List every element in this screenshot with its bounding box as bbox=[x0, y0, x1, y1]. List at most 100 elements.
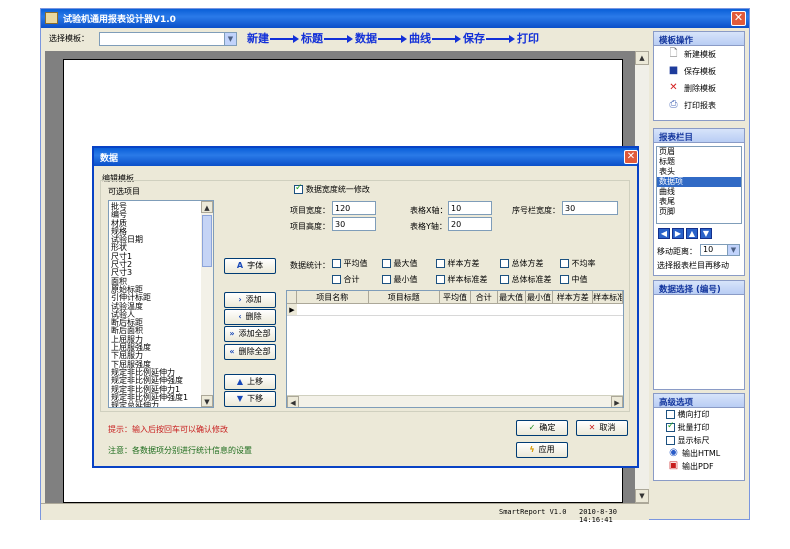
scroll-down-icon[interactable]: ▼ bbox=[635, 489, 649, 503]
stat-max-option[interactable]: 最大值 bbox=[382, 258, 418, 269]
section-item[interactable]: 页眉 bbox=[657, 147, 741, 157]
remove-button[interactable]: ‹ 删除 bbox=[224, 309, 276, 325]
section-item[interactable]: 表头 bbox=[657, 167, 741, 177]
chevron-down-icon[interactable]: ▼ bbox=[727, 245, 739, 255]
move-up-button-label: 上移 bbox=[247, 377, 264, 386]
grid-row[interactable]: ▶ bbox=[287, 304, 623, 316]
section-item[interactable]: 表尾 bbox=[657, 197, 741, 207]
flow-new-link[interactable]: 新建 bbox=[247, 30, 269, 46]
show-ruler-checkbox[interactable] bbox=[666, 436, 675, 445]
add-button[interactable]: › 添加 bbox=[224, 292, 276, 308]
scroll-left-icon[interactable]: ◀ bbox=[287, 396, 299, 407]
item-width-input[interactable]: 120 bbox=[332, 201, 376, 215]
flow-save-link[interactable]: 保存 bbox=[463, 30, 485, 46]
close-button[interactable]: ✕ bbox=[731, 11, 746, 26]
move-distance-select[interactable]: 10 ▼ bbox=[700, 244, 740, 256]
section-item-selected[interactable]: 数据项 bbox=[657, 177, 741, 187]
show-ruler-option[interactable]: 显示标尺 bbox=[654, 434, 744, 447]
scroll-up-icon[interactable]: ▲ bbox=[201, 201, 213, 213]
flow-curve-link[interactable]: 曲线 bbox=[409, 30, 431, 46]
scroll-right-icon[interactable]: ▶ bbox=[611, 396, 623, 407]
arrow-left-icon[interactable]: ◀ bbox=[658, 228, 670, 239]
table-y-input[interactable]: 20 bbox=[448, 217, 492, 231]
batch-print-option[interactable]: 批量打印 bbox=[654, 421, 744, 434]
font-button[interactable]: A 字体 bbox=[224, 258, 276, 274]
stat-min-option[interactable]: 最小值 bbox=[382, 274, 418, 285]
stat-median-option[interactable]: 中值 bbox=[560, 274, 588, 285]
print-report-button[interactable]: ⎙ 打印报表 bbox=[654, 97, 744, 114]
add-all-button[interactable]: » 添加全部 bbox=[224, 326, 276, 342]
sections-list[interactable]: 页眉 标题 表头 数据项 曲线 表尾 页脚 bbox=[656, 146, 742, 224]
landscape-print-option[interactable]: 横向打印 bbox=[654, 408, 744, 421]
stat-sum-checkbox[interactable] bbox=[332, 275, 341, 284]
data-select-list[interactable] bbox=[654, 297, 744, 389]
item-height-input[interactable]: 30 bbox=[332, 217, 376, 231]
serial-width-input[interactable]: 30 bbox=[562, 201, 618, 215]
scroll-thumb[interactable] bbox=[202, 215, 212, 267]
available-items-list[interactable]: 批号 编号 材质 规格 试验日期 形状 尺寸1 尺寸2 尺寸3 面积 原始标距 引伸计标距 试验温度 试验… bbox=[108, 200, 214, 408]
apply-button[interactable]: ϟ 应用 bbox=[516, 442, 568, 458]
uniform-width-option[interactable]: 数据宽度统一修改 bbox=[294, 183, 370, 195]
grid-column-header[interactable]: 最小值 bbox=[525, 291, 554, 304]
section-item[interactable]: 页脚 bbox=[657, 207, 741, 217]
grid-column-header[interactable]: 项目名称 bbox=[296, 291, 369, 304]
stat-population-stddev-option[interactable]: 总体标准差 bbox=[500, 274, 552, 285]
section-item[interactable]: 标题 bbox=[657, 157, 741, 167]
arrow-right-icon[interactable]: ▶ bbox=[672, 228, 684, 239]
grid-column-header[interactable]: 平均值 bbox=[440, 291, 471, 304]
export-pdf-button[interactable]: ▣ 输出PDF bbox=[654, 460, 744, 473]
remove-all-button[interactable]: «删除全部 bbox=[224, 344, 276, 360]
template-select[interactable]: ▼ bbox=[99, 32, 237, 46]
stat-max-checkbox[interactable] bbox=[382, 259, 391, 268]
stat-median-checkbox[interactable] bbox=[560, 275, 569, 284]
grid-column-header[interactable]: 项目标题 bbox=[368, 291, 441, 304]
available-item[interactable]: 规定总延伸力 bbox=[109, 401, 213, 407]
flow-print-link[interactable]: 打印 bbox=[517, 30, 539, 46]
flow-title-link[interactable]: 标题 bbox=[301, 30, 323, 46]
export-pdf-label: 输出PDF bbox=[682, 462, 714, 471]
landscape-print-checkbox[interactable] bbox=[666, 410, 675, 419]
data-items-grid[interactable]: 项目名称 项目标题 平均值 合计 最大值 最小值 样本方差 样本标准差 ▶ ◀ … bbox=[286, 290, 624, 408]
stat-mean-checkbox[interactable] bbox=[332, 259, 341, 268]
stat-min-checkbox[interactable] bbox=[382, 275, 391, 284]
batch-print-checkbox[interactable] bbox=[666, 421, 675, 432]
move-down-button[interactable]: ▼ 下移 bbox=[224, 391, 276, 407]
stat-sample-variance-option[interactable]: 样本方差 bbox=[436, 258, 480, 269]
arrow-up-icon[interactable]: ▲ bbox=[686, 228, 698, 239]
grid-column-header[interactable]: 样本标准差 bbox=[593, 291, 623, 304]
stat-sample-variance-checkbox[interactable] bbox=[436, 259, 445, 268]
scroll-down-icon[interactable]: ▼ bbox=[201, 395, 213, 407]
grid-column-header[interactable]: 样本方差 bbox=[553, 291, 594, 304]
grid-hscrollbar[interactable]: ◀ ▶ bbox=[287, 395, 623, 407]
stat-sample-stddev-option[interactable]: 样本标准差 bbox=[436, 274, 488, 285]
ok-button[interactable]: ✓ 确定 bbox=[516, 420, 568, 436]
stat-unevenness-option[interactable]: 不均率 bbox=[560, 258, 596, 269]
flow-data-link[interactable]: 数据 bbox=[355, 30, 377, 46]
stat-mean-option[interactable]: 平均值 bbox=[332, 258, 368, 269]
stat-unevenness-checkbox[interactable] bbox=[560, 259, 569, 268]
export-html-button[interactable]: ◉ 输出HTML bbox=[654, 447, 744, 460]
move-up-button[interactable]: ▲ 上移 bbox=[224, 374, 276, 390]
section-item[interactable]: 曲线 bbox=[657, 187, 741, 197]
dialog-close-button[interactable]: ✕ bbox=[624, 150, 638, 164]
uniform-width-checkbox[interactable] bbox=[294, 183, 303, 194]
save-template-button[interactable]: ■ 保存模板 bbox=[654, 63, 744, 80]
apply-button-label: 应用 bbox=[538, 445, 555, 454]
list-scrollbar[interactable]: ▲ ▼ bbox=[201, 201, 213, 407]
grid-column-header[interactable]: 合计 bbox=[470, 291, 498, 304]
chevron-down-icon[interactable]: ▼ bbox=[224, 33, 236, 45]
move-distance-value: 10 bbox=[703, 245, 714, 254]
stat-sample-stddev-checkbox[interactable] bbox=[436, 275, 445, 284]
arrow-down-icon[interactable]: ▼ bbox=[700, 228, 712, 239]
stat-population-variance-option[interactable]: 总体方差 bbox=[500, 258, 544, 269]
scroll-up-icon[interactable]: ▲ bbox=[635, 51, 649, 65]
cancel-button[interactable]: ✕ 取消 bbox=[576, 420, 628, 436]
new-template-button[interactable]: 🗋 新建模板 bbox=[654, 46, 744, 63]
table-x-input[interactable]: 10 bbox=[448, 201, 492, 215]
stat-population-stddev-checkbox[interactable] bbox=[500, 275, 509, 284]
stat-sum-option[interactable]: 合计 bbox=[332, 274, 360, 285]
stat-population-variance-checkbox[interactable] bbox=[500, 259, 509, 268]
grid-column-header[interactable]: 最大值 bbox=[497, 291, 526, 304]
delete-template-button[interactable]: ✕ 删除模板 bbox=[654, 80, 744, 97]
hint-text: 提示：输入后按回车可以确认修改 bbox=[108, 425, 228, 434]
